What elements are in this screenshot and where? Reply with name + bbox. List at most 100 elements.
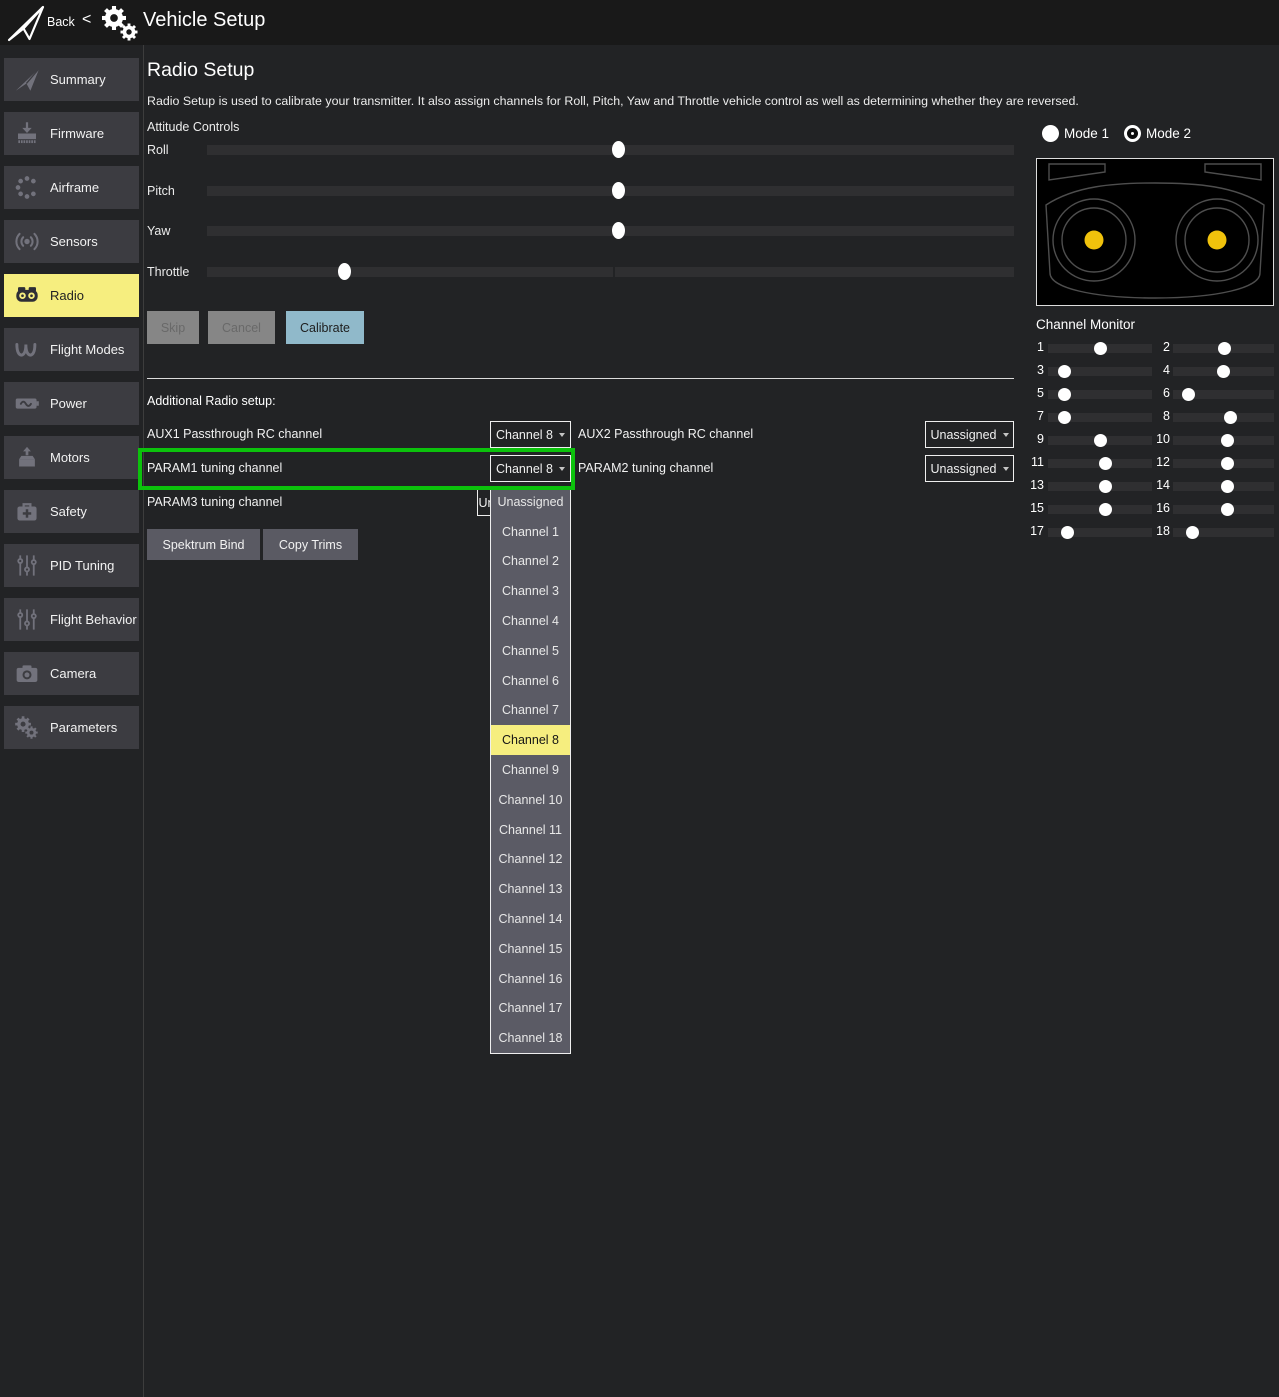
channel-9-monitor-bar (1048, 436, 1152, 445)
app-logo-plane-icon (6, 4, 46, 47)
sidebar-item-summary[interactable]: Summary (4, 58, 139, 101)
channel-14-value-dot (1221, 480, 1234, 493)
channel-15-label: 15 (1028, 501, 1044, 515)
sidebar-item-airframe[interactable]: Airframe (4, 166, 139, 209)
sidebar-item-flight-behavior[interactable]: Flight Behavior (4, 598, 139, 641)
page-mode-title[interactable]: Vehicle Setup (143, 9, 265, 32)
sidebar-item-sensors[interactable]: Sensors (4, 220, 139, 263)
additional-radio-setup-heading: Additional Radio setup: (147, 394, 276, 408)
channel-12-value-dot (1221, 457, 1234, 470)
sidebar-item-firmware[interactable]: Firmware (4, 112, 139, 155)
pitch-slider[interactable] (207, 186, 1014, 196)
param1-channel-select[interactable]: Channel 8 (490, 455, 571, 482)
dropdown-item-channel-8[interactable]: Channel 8 (491, 725, 570, 755)
yaw-slider[interactable] (207, 226, 1014, 236)
dropdown-item-unassigned[interactable]: Unassigned (491, 487, 570, 517)
sensors-icon (4, 228, 50, 255)
channel-15-monitor-bar (1048, 505, 1152, 514)
sidebar-item-label: Power (50, 396, 87, 411)
sliders-icon (4, 606, 50, 633)
channel-1-value-dot (1094, 342, 1107, 355)
channel-16-label: 16 (1150, 501, 1170, 515)
channel-8-value-dot (1224, 411, 1237, 424)
mode2-radio[interactable]: Mode 2 (1124, 125, 1191, 142)
calibrate-button[interactable]: Calibrate (286, 311, 364, 344)
dropdown-item-channel-9[interactable]: Channel 9 (491, 755, 570, 785)
dropdown-item-channel-7[interactable]: Channel 7 (491, 696, 570, 726)
channel-12-monitor-bar (1173, 459, 1274, 468)
dropdown-item-channel-5[interactable]: Channel 5 (491, 636, 570, 666)
copy-trims-button[interactable]: Copy Trims (263, 529, 358, 560)
gears-icon (4, 714, 50, 741)
sidebar-item-label: Firmware (50, 126, 104, 141)
channel-dropdown-menu: UnassignedChannel 1Channel 2Channel 3Cha… (490, 486, 571, 1054)
cancel-button[interactable]: Cancel (208, 311, 275, 344)
airframe-icon (4, 174, 50, 201)
dropdown-item-channel-1[interactable]: Channel 1 (491, 517, 570, 547)
sidebar-item-parameters[interactable]: Parameters (4, 706, 139, 749)
channel-4-monitor-bar (1173, 367, 1274, 376)
dropdown-item-channel-14[interactable]: Channel 14 (491, 904, 570, 934)
throttle-slider[interactable] (207, 267, 1014, 277)
sidebar-item-camera[interactable]: Camera (4, 652, 139, 695)
sidebar-item-flight-modes[interactable]: Flight Modes (4, 328, 139, 371)
chevron-down-icon (1003, 433, 1009, 437)
dropdown-item-channel-2[interactable]: Channel 2 (491, 547, 570, 577)
mode1-radio-circle-icon[interactable] (1042, 125, 1059, 142)
sidebar-item-label: Safety (50, 504, 87, 519)
channel-monitor-title: Channel Monitor (1036, 317, 1135, 332)
dropdown-item-channel-11[interactable]: Channel 11 (491, 815, 570, 845)
sidebar-item-safety[interactable]: Safety (4, 490, 139, 533)
combo-value: Channel 8 (496, 462, 553, 476)
yaw-slider-thumb[interactable] (612, 222, 625, 239)
channel-4-value-dot (1217, 365, 1230, 378)
sidebar-item-power[interactable]: Power (4, 382, 139, 425)
wave-icon (4, 336, 50, 363)
roll-slider[interactable] (207, 145, 1014, 155)
sliders-icon (4, 552, 50, 579)
vehicle-setup-gears-icon[interactable] (97, 5, 141, 47)
sidebar-item-radio[interactable]: Radio (4, 274, 139, 317)
pitch-slider-thumb[interactable] (612, 182, 625, 199)
sidebar-item-pid-tuning[interactable]: PID Tuning (4, 544, 139, 587)
sidebar-item-motors[interactable]: Motors (4, 436, 139, 479)
page-description: Radio Setup is used to calibrate your tr… (147, 94, 1079, 108)
assign-row-label: PARAM3 tuning channel (147, 489, 282, 516)
channel-13-value-dot (1099, 480, 1112, 493)
back-button[interactable]: Back (47, 15, 75, 29)
dropdown-item-channel-10[interactable]: Channel 10 (491, 785, 570, 815)
param2-channel-select[interactable]: Unassigned (925, 455, 1014, 482)
dropdown-item-channel-15[interactable]: Channel 15 (491, 934, 570, 964)
combo-value: Channel 8 (496, 428, 553, 442)
dropdown-item-channel-12[interactable]: Channel 12 (491, 845, 570, 875)
pitch-slider-label: Pitch (147, 184, 175, 198)
sidebar-item-label: Parameters (50, 720, 117, 735)
motor-icon (4, 444, 50, 471)
channel-3-monitor-bar (1048, 367, 1152, 376)
roll-slider-thumb[interactable] (612, 141, 625, 158)
mode1-radio[interactable]: Mode 1 (1042, 125, 1109, 142)
throttle-slider-label: Throttle (147, 265, 189, 279)
channel-5-value-dot (1058, 388, 1071, 401)
aux1-channel-select[interactable]: Channel 8 (490, 421, 571, 448)
channel-7-value-dot (1058, 411, 1071, 424)
yaw-slider-label: Yaw (147, 224, 170, 238)
spektrum-bind-button[interactable]: Spektrum Bind (147, 529, 260, 560)
dropdown-item-channel-4[interactable]: Channel 4 (491, 606, 570, 636)
channel-18-label: 18 (1150, 524, 1170, 538)
dropdown-item-channel-16[interactable]: Channel 16 (491, 964, 570, 994)
dropdown-item-channel-3[interactable]: Channel 3 (491, 576, 570, 606)
channel-3-label: 3 (1028, 363, 1044, 377)
throttle-slider-thumb[interactable] (338, 263, 351, 280)
aux2-channel-select[interactable]: Unassigned (925, 421, 1014, 448)
skip-button[interactable]: Skip (147, 311, 199, 344)
dropdown-item-channel-18[interactable]: Channel 18 (491, 1023, 570, 1053)
dropdown-item-channel-6[interactable]: Channel 6 (491, 666, 570, 696)
channel-14-label: 14 (1150, 478, 1170, 492)
mode2-radio-circle-icon[interactable] (1124, 125, 1141, 142)
dropdown-item-channel-17[interactable]: Channel 17 (491, 994, 570, 1024)
channel-9-value-dot (1094, 434, 1107, 447)
dropdown-item-channel-13[interactable]: Channel 13 (491, 874, 570, 904)
chevron-down-icon (559, 433, 565, 437)
assign-row-label: AUX2 Passthrough RC channel (578, 421, 753, 448)
